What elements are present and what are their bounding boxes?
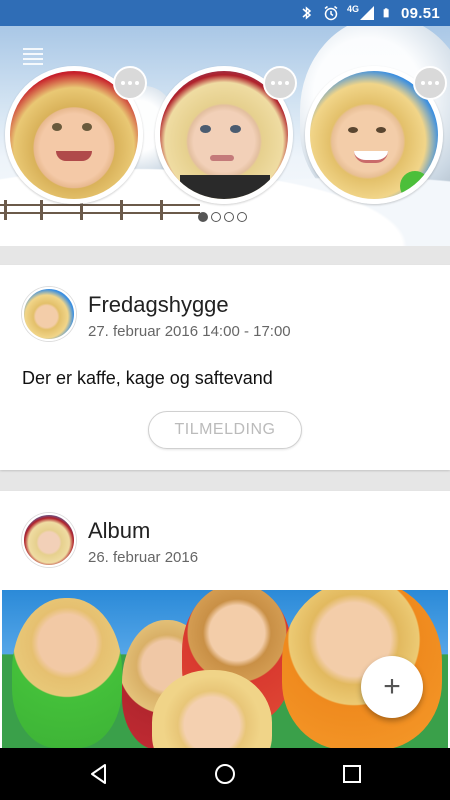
home-icon[interactable] bbox=[213, 762, 237, 786]
alarm-icon bbox=[324, 5, 338, 21]
album-title: Album bbox=[88, 518, 151, 543]
eye bbox=[52, 123, 62, 131]
recents-icon[interactable] bbox=[340, 762, 364, 786]
kid bbox=[12, 598, 122, 748]
event-card[interactable]: Fredagshygge 27. februar 2016 14:00 - 17… bbox=[0, 265, 450, 470]
status-icons: 4G 09.51 bbox=[299, 3, 440, 23]
event-author-avatar bbox=[22, 287, 76, 341]
more-options-button[interactable] bbox=[113, 66, 147, 100]
back-icon[interactable] bbox=[87, 762, 111, 786]
eye bbox=[376, 127, 386, 133]
hero-banner bbox=[0, 26, 450, 246]
profile-avatar-3[interactable] bbox=[305, 66, 447, 204]
album-author-avatar bbox=[22, 513, 76, 567]
battery-icon bbox=[383, 8, 389, 18]
eye bbox=[82, 123, 92, 131]
add-icon: + bbox=[383, 670, 401, 703]
profile-avatar-2[interactable] bbox=[155, 66, 297, 204]
signal-icon bbox=[359, 6, 374, 20]
signup-button[interactable]: TILMELDING bbox=[148, 411, 302, 449]
green-ball bbox=[400, 171, 430, 199]
add-button[interactable]: + bbox=[361, 656, 423, 718]
page-dot[interactable] bbox=[224, 212, 234, 222]
page-indicator[interactable] bbox=[198, 212, 247, 222]
page-dot-active[interactable] bbox=[198, 212, 208, 222]
jacket bbox=[180, 175, 270, 199]
event-description: Der er kaffe, kage og saftevand bbox=[22, 368, 273, 388]
eye bbox=[200, 125, 211, 133]
event-datetime: 27. februar 2016 14:00 - 17:00 bbox=[88, 323, 291, 340]
profile-avatar-1[interactable] bbox=[5, 66, 147, 204]
page-dot[interactable] bbox=[211, 212, 221, 222]
eye bbox=[348, 127, 358, 133]
network-type: 4G bbox=[346, 4, 359, 14]
album-date: 26. februar 2016 bbox=[88, 549, 199, 566]
bluetooth-icon bbox=[302, 6, 312, 20]
mouth bbox=[210, 155, 234, 161]
more-options-button[interactable] bbox=[263, 66, 297, 100]
more-options-button[interactable] bbox=[413, 66, 447, 100]
mouth bbox=[56, 151, 92, 161]
status-bar: 4G 09.51 bbox=[0, 0, 450, 26]
eye bbox=[230, 125, 241, 133]
mouth bbox=[354, 151, 388, 163]
page-dot[interactable] bbox=[237, 212, 247, 222]
navigation-bar bbox=[0, 748, 450, 800]
menu-icon[interactable] bbox=[23, 48, 43, 65]
status-time: 09.51 bbox=[400, 4, 440, 22]
event-title: Fredagshygge bbox=[88, 292, 229, 317]
